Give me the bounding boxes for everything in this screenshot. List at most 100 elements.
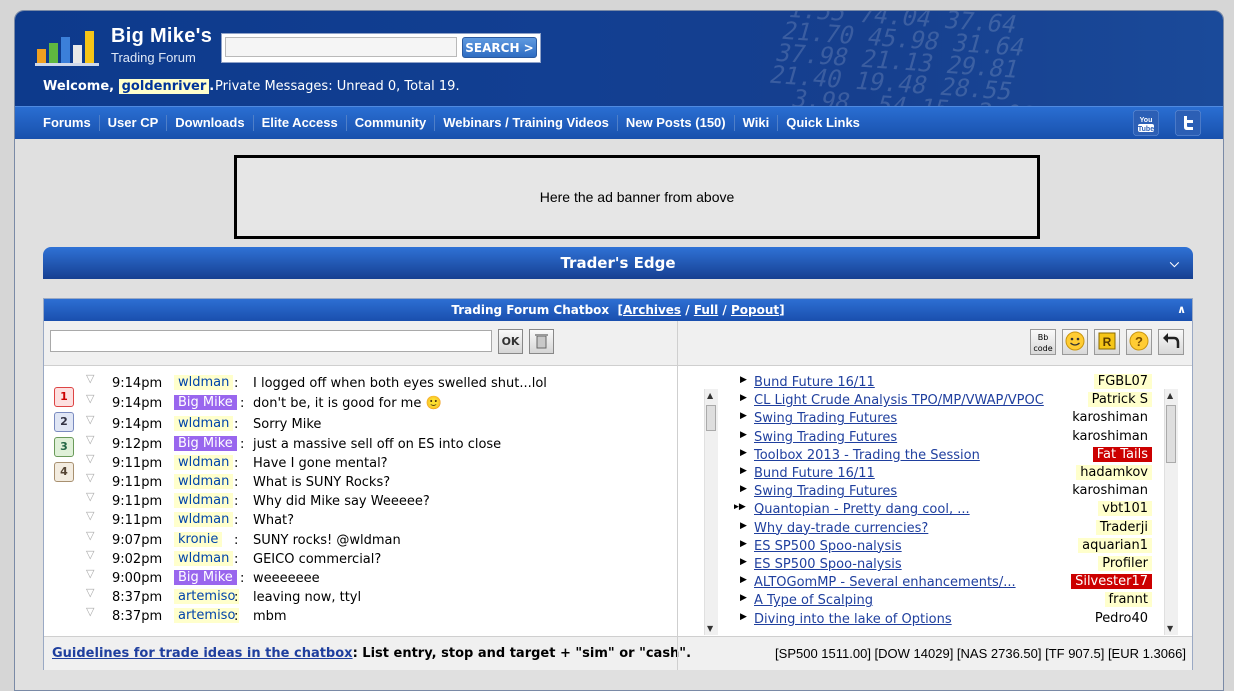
chat-message-arrow-icon[interactable]: ▽ <box>86 413 94 426</box>
threads-scrollbar[interactable]: ▲ ▼ <box>1164 389 1178 635</box>
logo-subtitle[interactable]: Trading Forum <box>111 50 196 65</box>
username-link[interactable]: goldenriver <box>118 79 210 94</box>
search-input[interactable] <box>225 37 457 57</box>
chat-message-user[interactable]: Big Mike <box>174 570 237 585</box>
clear-trash-icon[interactable] <box>529 329 554 354</box>
chat-message-time: 9:11pm <box>112 475 163 490</box>
thread-title-link[interactable]: ES SP500 Spoo-nalysis <box>754 557 902 572</box>
nav-item-new-posts[interactable]: New Posts (150) <box>616 115 734 131</box>
youtube-icon[interactable]: You Tube <box>1133 110 1159 136</box>
nav-item-forums[interactable]: Forums <box>35 115 99 131</box>
chat-message-user[interactable]: artemiso <box>174 608 240 623</box>
nav-item-webinars[interactable]: Webinars / Training Videos <box>434 115 617 131</box>
thread-title-link[interactable]: Swing Trading Futures <box>754 411 897 426</box>
logo-chart-icon[interactable] <box>35 25 105 67</box>
chat-colon: : <box>240 437 245 452</box>
chat-message-arrow-icon[interactable]: ▽ <box>86 490 94 503</box>
chat-message-time: 9:14pm <box>112 396 163 411</box>
thread-poster-link[interactable]: Patrick S <box>1087 392 1152 408</box>
guidelines-link[interactable]: Guidelines for trade ideas in the chatbo… <box>52 646 353 661</box>
thread-poster-link[interactable]: aquarian1 <box>1078 537 1152 553</box>
chat-message-user[interactable]: artemiso <box>174 589 240 604</box>
chat-message-input[interactable] <box>50 330 492 352</box>
thread-title-link[interactable]: ES SP500 Spoo-nalysis <box>754 539 902 554</box>
chat-message-user[interactable]: wldman <box>174 551 234 566</box>
chat-message-arrow-icon[interactable]: ▽ <box>86 509 94 522</box>
chat-message-arrow-icon[interactable]: ▽ <box>86 567 94 580</box>
thread-title-link[interactable]: ALTOGomMP - Several enhancements/... <box>754 575 1016 590</box>
help-icon[interactable]: ? <box>1126 329 1152 355</box>
chat-message-arrow-icon[interactable]: ▽ <box>86 374 94 385</box>
chat-message-user[interactable]: Big Mike <box>174 436 237 451</box>
logo-title[interactable]: Big Mike's <box>111 25 212 48</box>
thread-poster-link[interactable]: karoshiman <box>1068 483 1152 498</box>
thread-poster-link[interactable]: Silvester17 <box>1071 574 1152 590</box>
chat-message-user[interactable]: wldman <box>174 474 234 489</box>
thread-poster-link[interactable]: karoshiman <box>1068 410 1152 425</box>
thread-poster-link[interactable]: hadamkov <box>1076 465 1152 480</box>
thread-title-link[interactable]: Swing Trading Futures <box>754 484 897 499</box>
chat-message-arrow-icon[interactable]: ▽ <box>86 452 94 465</box>
chat-scroll-thumb[interactable] <box>706 405 716 431</box>
thread-poster-link[interactable]: vbt101 <box>1098 501 1152 517</box>
rules-icon[interactable]: R <box>1094 329 1120 355</box>
chevron-up-icon[interactable]: ∧ <box>1177 299 1186 321</box>
nav-item-downloads[interactable]: Downloads <box>166 115 252 131</box>
chat-message-user[interactable]: Big Mike <box>174 395 237 410</box>
thread-title-link[interactable]: Swing Trading Futures <box>754 430 897 445</box>
twitter-icon[interactable] <box>1175 110 1201 136</box>
thread-title-link[interactable]: Quantopian - Pretty dang cool, ... <box>754 502 970 517</box>
traders-edge-header[interactable]: Trader's Edge ⌵ <box>43 247 1193 279</box>
section-title: Trader's Edge <box>560 254 676 272</box>
chat-message-user[interactable]: wldman <box>174 375 234 390</box>
nav-item-quick-links[interactable]: Quick Links <box>777 115 868 131</box>
ad-banner[interactable]: Here the ad banner from above <box>234 155 1040 239</box>
chat-scrollbar[interactable]: ▲ ▼ <box>704 389 718 635</box>
nav-item-elite-access[interactable]: Elite Access <box>252 115 346 131</box>
scroll-up-icon[interactable]: ▲ <box>707 391 713 400</box>
popout-link[interactable]: Popout <box>731 303 779 317</box>
chat-message-user[interactable]: kronie <box>174 532 223 547</box>
thread-poster-link[interactable]: frannt <box>1104 592 1152 608</box>
full-link[interactable]: Full <box>694 303 718 317</box>
chat-message-user[interactable]: wldman <box>174 455 234 470</box>
chat-message-arrow-icon[interactable]: ▽ <box>86 433 94 446</box>
smiley-icon[interactable] <box>1062 329 1088 355</box>
threads-scroll-down-icon[interactable]: ▼ <box>1167 624 1173 633</box>
thread-title-link[interactable]: Why day-trade currencies? <box>754 521 928 536</box>
thread-title-link[interactable]: CL Light Crude Analysis TPO/MP/VWAP/VPOC <box>754 393 1044 408</box>
chevron-down-icon[interactable]: ⌵ <box>1170 247 1179 279</box>
thread-title-link[interactable]: Bund Future 16/11 <box>754 375 875 390</box>
scroll-down-icon[interactable]: ▼ <box>707 624 713 633</box>
nav-item-community[interactable]: Community <box>345 115 435 131</box>
thread-title-link[interactable]: Diving into the lake of Options <box>754 612 952 627</box>
thread-poster-link[interactable]: Pedro40 <box>1091 611 1152 626</box>
threads-scroll-up-icon[interactable]: ▲ <box>1167 391 1173 400</box>
nav-item-wiki[interactable]: Wiki <box>733 115 778 131</box>
thread-poster-link[interactable]: Traderji <box>1095 519 1152 535</box>
threads-scroll-thumb[interactable] <box>1166 405 1176 463</box>
chat-message-arrow-icon[interactable]: ▽ <box>86 392 94 405</box>
chat-message-arrow-icon[interactable]: ▽ <box>86 529 94 542</box>
thread-title-link[interactable]: A Type of Scalping <box>754 593 873 608</box>
thread-poster-link[interactable]: karoshiman <box>1068 429 1152 444</box>
chat-message-arrow-icon[interactable]: ▽ <box>86 471 94 484</box>
search-button[interactable]: SEARCH > <box>462 37 537 58</box>
thread-poster-link[interactable]: Fat Tails <box>1092 446 1152 462</box>
chat-message-user[interactable]: wldman <box>174 512 234 527</box>
chat-message-user[interactable]: wldman <box>174 493 234 508</box>
archives-link[interactable]: Archives <box>623 303 681 317</box>
thread-title-link[interactable]: Bund Future 16/11 <box>754 466 875 481</box>
undo-icon[interactable] <box>1158 329 1184 355</box>
nav-item-user-cp[interactable]: User CP <box>98 115 167 131</box>
thread-poster-link[interactable]: FGBL07 <box>1093 374 1152 389</box>
chat-message-arrow-icon[interactable]: ▽ <box>86 586 94 599</box>
thread-poster-link[interactable]: Profiler <box>1098 556 1152 571</box>
chat-message-arrow-icon[interactable]: ▽ <box>86 605 94 618</box>
private-messages-link[interactable]: Private Messages: Unread 0, Total 19. <box>215 79 460 94</box>
thread-title-link[interactable]: Toolbox 2013 - Trading the Session <box>754 448 980 463</box>
ok-button[interactable]: OK <box>498 329 523 354</box>
chat-message-user[interactable]: wldman <box>174 416 234 431</box>
bbcode-button[interactable]: Bb code <box>1030 329 1056 355</box>
chat-message-arrow-icon[interactable]: ▽ <box>86 548 94 561</box>
